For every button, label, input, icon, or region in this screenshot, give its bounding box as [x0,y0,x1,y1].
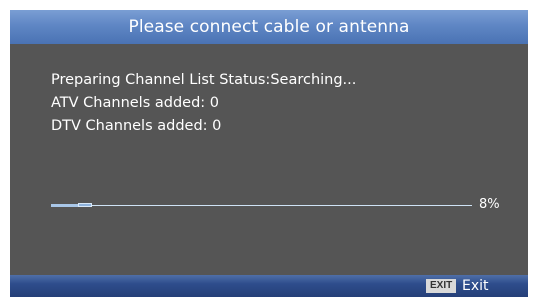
exit-key-icon[interactable]: EXIT [426,279,457,293]
scan-status-panel: Preparing Channel List Status:Searching.… [51,69,356,138]
atv-channels-count: ATV Channels added: 0 [51,95,220,111]
progress-indicator [78,203,92,207]
progress-track [51,205,472,206]
footer-bar: EXIT Exit [10,275,528,297]
channel-scan-dialog: Please connect cable or antenna Preparin… [10,10,528,297]
title-bar: Please connect cable or antenna [10,10,528,44]
dialog-title: Please connect cable or antenna [128,17,410,37]
exit-label[interactable]: Exit [462,277,489,295]
scan-status-text: Preparing Channel List Status:Searching.… [51,72,357,88]
scan-progress-bar [51,203,472,209]
progress-percent: 8% [479,197,500,212]
dtv-channels-count: DTV Channels added: 0 [51,118,222,134]
